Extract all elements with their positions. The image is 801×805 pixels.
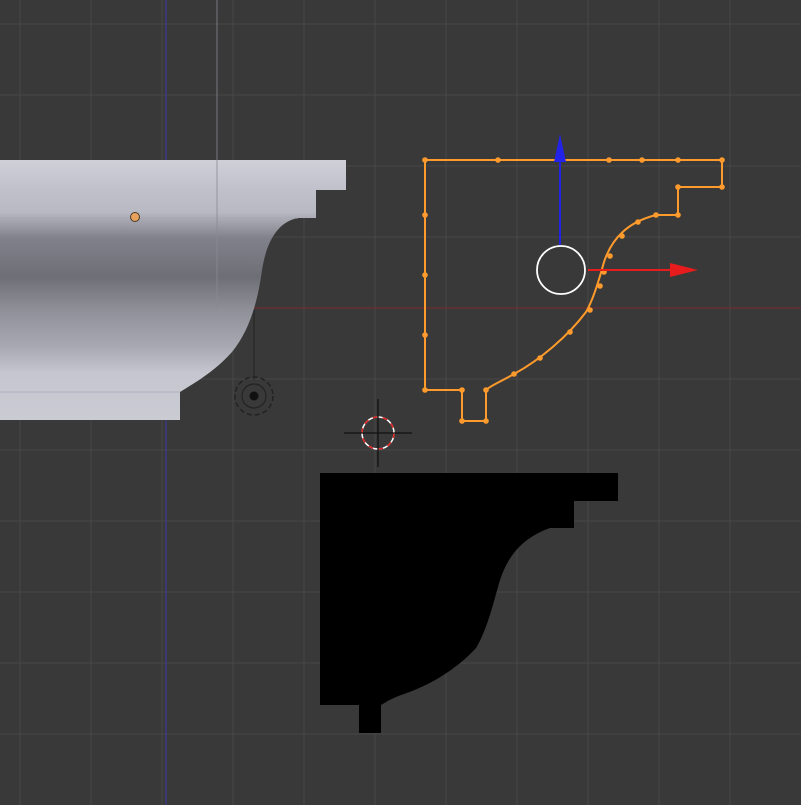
crown-molding-mesh[interactable] [0,0,346,420]
z-arrow-icon[interactable] [554,134,566,162]
curve-vertex[interactable] [511,371,517,377]
molding-body [0,160,346,420]
curve-vertex[interactable] [587,307,593,313]
curve-vertex[interactable] [619,233,625,239]
filled-profile-shape[interactable] [320,473,618,733]
curve-vertex[interactable] [422,272,428,278]
curve-vertex[interactable] [422,387,428,393]
curve-vertex[interactable] [719,157,725,163]
x-arrow-icon[interactable] [670,263,698,277]
curve-vertex[interactable] [567,329,573,335]
pivot-ring-icon[interactable] [536,245,586,295]
curve-vertex[interactable] [719,184,725,190]
curve-vertex[interactable] [607,253,613,259]
3d-cursor-icon[interactable] [344,399,412,467]
curve-vertex[interactable] [459,387,465,393]
curve-vertex[interactable] [459,418,465,424]
curve-vertex[interactable] [639,157,645,163]
curve-vertex[interactable] [597,283,603,289]
3d-viewport[interactable] [0,0,801,805]
curve-vertex[interactable] [422,212,428,218]
curve-vertex[interactable] [606,157,612,163]
curve-vertex[interactable] [483,387,489,393]
curve-vertex[interactable] [675,157,681,163]
origin-dot-icon[interactable] [130,212,140,222]
curve-vertex[interactable] [422,157,428,163]
curve-vertex[interactable] [675,184,681,190]
curve-vertex[interactable] [537,355,543,361]
curve-vertex[interactable] [675,212,681,218]
curve-vertex[interactable] [422,332,428,338]
curve-vertex[interactable] [635,219,641,225]
curve-vertex[interactable] [653,212,659,218]
curve-vertex[interactable] [495,157,501,163]
curve-vertex[interactable] [483,418,489,424]
